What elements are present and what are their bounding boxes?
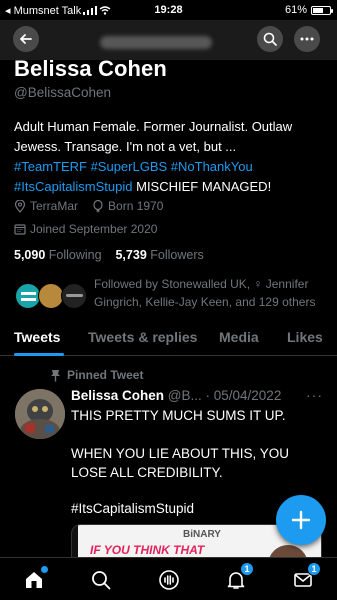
followers-link[interactable]: 5,739 Followers	[115, 248, 203, 262]
nav-search[interactable]	[89, 568, 113, 592]
tab-likes[interactable]: Likes	[287, 329, 323, 345]
spaces-icon	[159, 570, 179, 590]
home-unread-dot	[41, 566, 48, 573]
search-icon	[263, 32, 277, 46]
tweet-text-line: LOSE ALL CREDIBILITY.	[71, 465, 223, 480]
search-icon	[92, 571, 111, 590]
profile-tabs: Tweets Tweets & replies Media Likes	[0, 322, 337, 356]
pinned-text: Pinned Tweet	[67, 368, 144, 382]
followers-label: Followers	[150, 248, 204, 262]
notifications-badge: 1	[240, 562, 254, 576]
balloon-icon	[93, 199, 103, 212]
tweet-author-name[interactable]: Belissa Cohen	[71, 388, 164, 403]
active-tab-indicator	[14, 353, 64, 356]
avatar-image	[15, 389, 65, 439]
profile-joined-row: Joined September 2020	[14, 222, 157, 236]
tab-tweets-replies[interactable]: Tweets & replies	[88, 329, 197, 345]
battery-icon	[311, 5, 333, 15]
tweet-more-icon[interactable]: ···	[306, 387, 323, 403]
profile-meta-row: TerraMar Born 1970	[14, 199, 163, 213]
compose-tweet-button[interactable]	[276, 495, 326, 545]
profile-handle: @BelissaCohen	[14, 85, 112, 100]
more-icon	[300, 37, 314, 41]
follow-counts: 5,090 Following 5,739 Followers	[14, 248, 204, 262]
profile-joined: Joined September 2020	[30, 222, 158, 236]
compose-icon	[291, 510, 311, 530]
pin-icon	[51, 369, 60, 381]
banner-title-blurred	[100, 36, 212, 49]
status-right: 61%	[284, 4, 333, 16]
profile-birth: Born 1970	[108, 199, 164, 213]
calendar-icon	[14, 224, 26, 235]
profile-bio: Adult Human Female. Former Journalist. O…	[14, 117, 329, 197]
tweet-author-avatar[interactable]	[15, 389, 65, 439]
following-link[interactable]: 5,090 Following	[14, 248, 102, 262]
followers-count: 5,739	[115, 248, 147, 262]
bio-line: Jewess. Transage. I'm not a vet, but ...	[14, 139, 237, 154]
bottom-nav: 1 1	[0, 557, 337, 600]
pinned-tweet-label: Pinned Tweet	[50, 368, 143, 382]
profile-header-banner	[0, 20, 337, 60]
location-icon	[14, 199, 26, 213]
avatar	[61, 283, 87, 309]
nav-home[interactable]	[22, 566, 48, 592]
bio-line: Adult Human Female. Former Journalist. O…	[14, 119, 293, 134]
profile-location: TerraMar	[30, 199, 79, 213]
battery-fill	[313, 7, 323, 13]
tweet-text-line: THIS PRETTY MUCH SUMS IT UP.	[71, 408, 286, 423]
search-button[interactable]	[257, 26, 283, 52]
tab-tweets[interactable]: Tweets	[14, 329, 60, 345]
battery-percent: 61%	[284, 4, 307, 16]
tweet-text-line: WHEN YOU LIE ABOUT THIS, YOU	[71, 446, 290, 461]
messages-badge: 1	[307, 562, 321, 576]
followed-by-text[interactable]: Followed by Stonewalled UK, ♀ Jennifer G…	[94, 275, 334, 311]
bio-hashtags[interactable]: #TeamTERF #SuperLGBS #NoThankYou	[14, 157, 329, 177]
tweet-header: Belissa Cohen @B... · 05/04/2022	[71, 388, 281, 403]
status-bar: ◂ Mumsnet Talk 19:28 61%	[0, 0, 337, 20]
bio-hashtag-link[interactable]: #ItsCapitalismStupid	[14, 179, 133, 194]
profile-display-name: Belissa Cohen	[14, 56, 167, 81]
back-button[interactable]	[13, 26, 39, 52]
nav-notifications[interactable]: 1	[224, 562, 254, 592]
media-top-label: BiNARY	[183, 529, 221, 540]
tweet-meta: @B... · 05/04/2022	[167, 388, 282, 403]
nav-messages[interactable]: 1	[291, 562, 321, 592]
following-count: 5,090	[14, 248, 46, 262]
followed-by-avatars[interactable]	[15, 283, 90, 309]
media-headline: IF YOU THINK THAT	[90, 543, 205, 557]
tab-media[interactable]: Media	[219, 329, 259, 345]
nav-spaces[interactable]	[157, 568, 181, 592]
back-arrow-icon	[20, 34, 32, 44]
more-button[interactable]	[294, 26, 320, 52]
bio-tail-text: MISCHIEF MANAGED!	[132, 179, 272, 194]
following-label: Following	[48, 248, 102, 262]
